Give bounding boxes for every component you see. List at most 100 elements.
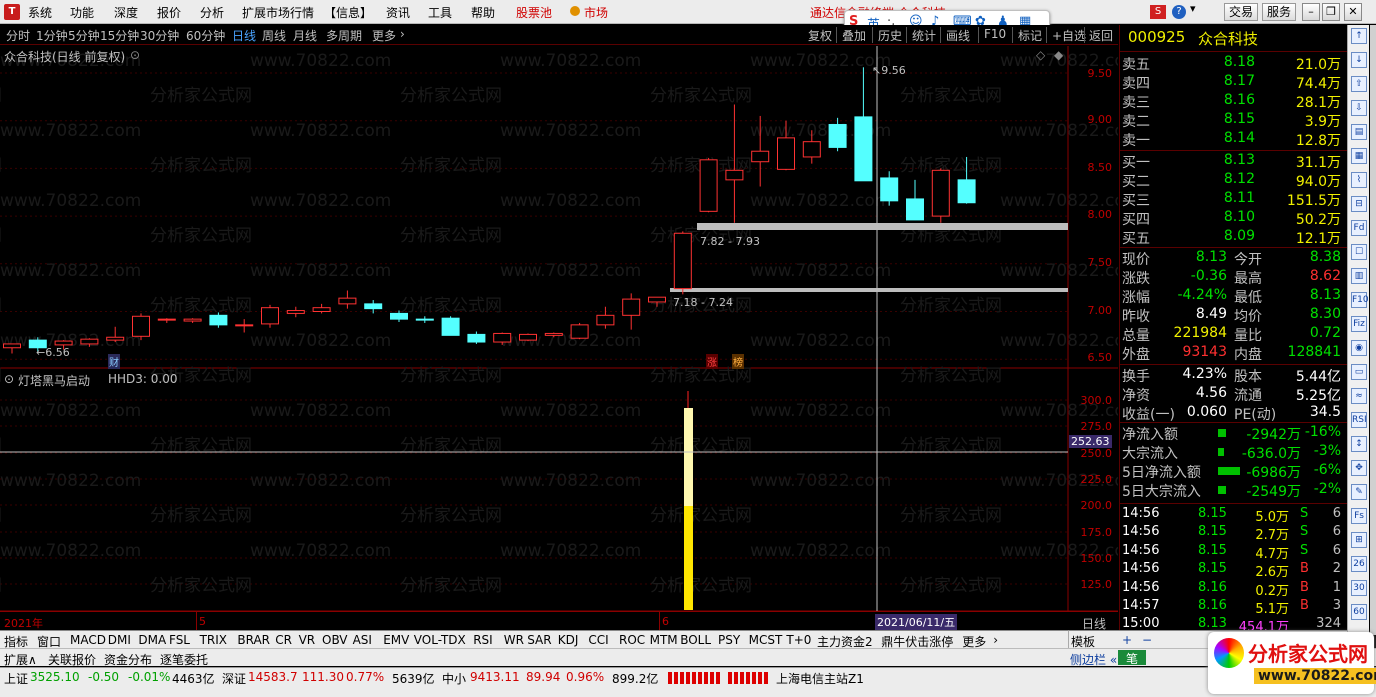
box-icon[interactable]: ☐: [1351, 244, 1367, 260]
indicator-tab[interactable]: T+0: [786, 633, 811, 647]
candle-body[interactable]: [312, 307, 331, 312]
candle-body[interactable]: [699, 159, 718, 212]
candle-body[interactable]: [338, 297, 357, 305]
tool-overlay[interactable]: 叠加: [842, 27, 866, 44]
candle-body[interactable]: [415, 318, 434, 321]
chart-area[interactable]: www.70822.com www.70822.com www.70822.com w…: [0, 46, 1118, 611]
chevron-right-icon[interactable]: ›: [993, 633, 998, 647]
indicator-tab[interactable]: VR: [299, 633, 316, 647]
sogou-icon[interactable]: S: [1150, 5, 1166, 19]
indicator-tab[interactable]: WR: [504, 633, 524, 647]
rect-icon[interactable]: ▭: [1351, 364, 1367, 380]
tab-related-quotes[interactable]: 关联报价: [48, 651, 96, 668]
down-hollow-icon[interactable]: ⇩: [1351, 100, 1367, 116]
menu-system[interactable]: 系统: [28, 4, 52, 21]
indicator-tab[interactable]: OBV: [322, 633, 348, 647]
candle-body[interactable]: [441, 317, 460, 336]
finance-marker[interactable]: 财: [108, 354, 120, 369]
zx-index-label[interactable]: 中小: [442, 670, 466, 687]
window-icon[interactable]: ⊟: [1351, 196, 1367, 212]
candle-body[interactable]: [931, 169, 950, 217]
candle-body[interactable]: [880, 177, 899, 202]
indicator-tab[interactable]: MACD: [70, 633, 106, 647]
candle-body[interactable]: [519, 333, 537, 341]
server-label[interactable]: 上海电信主站Z1: [776, 670, 864, 687]
limit-up-marker[interactable]: 涨: [706, 354, 718, 369]
indicator-tab[interactable]: SAR: [527, 633, 551, 647]
diamond-icon[interactable]: ◇: [1036, 48, 1045, 62]
plus-box-icon[interactable]: ⊞: [1351, 532, 1367, 548]
indicator-tab[interactable]: VOL-TDX: [414, 633, 466, 647]
candle-body[interactable]: [132, 315, 150, 337]
candle-body[interactable]: [54, 340, 73, 346]
tool-history[interactable]: 历史: [878, 27, 902, 44]
period-15min[interactable]: 15分钟: [100, 27, 139, 44]
candle-body[interactable]: [673, 232, 692, 290]
candle-body[interactable]: [957, 179, 976, 204]
candle-body[interactable]: [854, 116, 873, 182]
indicator-tab[interactable]: FSL: [169, 633, 190, 647]
minimize-icon[interactable]: –: [1302, 3, 1320, 21]
60-icon[interactable]: 60: [1351, 604, 1367, 620]
period-60min[interactable]: 60分钟: [186, 27, 225, 44]
maximize-icon[interactable]: ❐: [1322, 3, 1340, 21]
candle-body[interactable]: [209, 314, 228, 326]
candle-body[interactable]: [3, 343, 21, 349]
indicator-tab[interactable]: BRAR: [237, 633, 270, 647]
26-icon[interactable]: 26: [1351, 556, 1367, 572]
indicator-tab[interactable]: DMA: [138, 633, 166, 647]
trade-button[interactable]: 交易: [1224, 3, 1259, 21]
menu-tools[interactable]: 工具: [428, 4, 452, 21]
tool-f10[interactable]: F10: [984, 27, 1006, 41]
30-icon[interactable]: 30: [1351, 580, 1367, 596]
sidebar-toggle[interactable]: 侧边栏 «: [1070, 651, 1117, 668]
bar-icon[interactable]: ▥: [1351, 268, 1367, 284]
tool-add-watch[interactable]: +自选: [1052, 27, 1086, 44]
tool-mark[interactable]: 标记: [1018, 27, 1042, 44]
candle-body[interactable]: [493, 332, 512, 343]
candle-body[interactable]: [106, 336, 125, 341]
chart-canvas[interactable]: www.70822.com www.70822.com www.70822.com w…: [0, 46, 1118, 611]
indicator-tab[interactable]: CR: [275, 633, 292, 647]
settings-dot-icon[interactable]: ◆: [1054, 48, 1063, 62]
menu-quote[interactable]: 报价: [157, 4, 181, 21]
fund-icon[interactable]: Fd: [1351, 220, 1367, 236]
candle-body[interactable]: [157, 318, 176, 321]
rsi-icon[interactable]: RSI: [1351, 412, 1367, 428]
indicator-tab[interactable]: MCST: [749, 633, 783, 647]
line-chart-icon[interactable]: ⌇: [1351, 172, 1367, 188]
period-weekly[interactable]: 周线: [262, 27, 286, 44]
candle-body[interactable]: [802, 141, 821, 158]
down-arrow-icon[interactable]: ↓: [1351, 52, 1367, 68]
indicator-tab[interactable]: ASI: [353, 633, 372, 647]
chevron-right-icon[interactable]: ›: [400, 27, 405, 41]
candle-body[interactable]: [906, 198, 924, 221]
help-icon[interactable]: ?: [1172, 5, 1186, 19]
menu-extended-market[interactable]: 扩展市场行情: [242, 4, 314, 21]
indicator-tab[interactable]: TRIX: [200, 633, 227, 647]
candle-body[interactable]: [570, 324, 589, 339]
close-icon[interactable]: ✕: [1344, 3, 1362, 21]
candle-body[interactable]: [544, 332, 563, 336]
period-multi[interactable]: 多周期: [326, 27, 362, 44]
menu-function[interactable]: 功能: [70, 4, 94, 21]
zoom-in-button[interactable]: +: [1122, 633, 1132, 647]
chart-title-dropdown-icon[interactable]: ⊙: [130, 48, 140, 62]
candle-body[interactable]: [390, 312, 408, 320]
tool-back[interactable]: 返回: [1089, 27, 1113, 44]
menu-stock-pool[interactable]: 股票池: [516, 4, 552, 21]
tab-extend[interactable]: 扩展∧: [4, 651, 37, 668]
candle-body[interactable]: [261, 307, 279, 325]
indicator-tab[interactable]: CCI: [588, 633, 608, 647]
indicator-tab[interactable]: BOLL: [680, 633, 711, 647]
scrollbar[interactable]: [1370, 25, 1376, 635]
indicator-tab[interactable]: DMI: [108, 633, 131, 647]
candle-body[interactable]: [596, 314, 615, 326]
circle-icon[interactable]: ◉: [1351, 340, 1367, 356]
grid-icon[interactable]: ▦: [1351, 148, 1367, 164]
f10-icon[interactable]: F10: [1351, 292, 1369, 308]
indicator-tab[interactable]: RSI: [473, 633, 493, 647]
period-5min[interactable]: 5分钟: [68, 27, 100, 44]
wave-icon[interactable]: ≈: [1351, 388, 1367, 404]
period-monthly[interactable]: 月线: [293, 27, 317, 44]
